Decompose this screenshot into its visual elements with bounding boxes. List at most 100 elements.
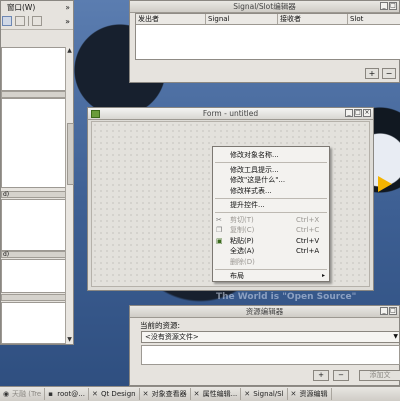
- current-resource-label: 当前的资源:: [140, 321, 181, 330]
- scrollbar-thumb[interactable]: [67, 123, 74, 185]
- menubar-overflow-button[interactable]: »: [65, 3, 70, 12]
- remove-connection-button[interactable]: −: [382, 68, 396, 79]
- menu-item-label: 布局: [230, 272, 244, 280]
- taskbar-task-label: 天融 (Tre: [12, 390, 42, 398]
- chevron-down-icon: ▼: [393, 333, 398, 340]
- menu-separator: [215, 268, 327, 270]
- window-menu[interactable]: 窗口(W): [7, 2, 35, 13]
- taskbar-task-label: Qt Design: [100, 390, 136, 398]
- signal-slot-titlebar[interactable]: Signal/Slot编辑器 _ □: [130, 1, 399, 13]
- form-titlebar[interactable]: Form - untitled _ □ ×: [88, 108, 373, 120]
- menu-item-change-object-name[interactable]: 修改对象名称...: [213, 150, 329, 161]
- widget-box-menubar: 窗口(W) »: [1, 1, 73, 13]
- menu-item-label: 剪切(T): [230, 215, 254, 224]
- toolbar-separator: [28, 16, 29, 26]
- remove-resource-button[interactable]: −: [333, 370, 349, 381]
- menu-item-paste[interactable]: ▣ 粘贴(P) Ctrl+V: [213, 236, 329, 247]
- scissors-icon: ✂: [216, 215, 222, 224]
- menu-item-change-stylesheet[interactable]: 修改样式表...: [213, 186, 329, 197]
- widget-panel-5: [1, 302, 67, 344]
- connections-table[interactable]: 发出者 Signal 接收者 Slot: [135, 13, 400, 60]
- panel-section-header: d): [1, 191, 67, 198]
- wallpaper-slogan: The World is "Open Source": [216, 292, 357, 302]
- resource-editor-window: 资源编辑器 _ □ 当前的资源: <没有资源文件> ▼ + − 添加文: [129, 305, 400, 386]
- connections-table-header: 发出者 Signal 接收者 Slot: [136, 14, 400, 25]
- widget-mode-icon[interactable]: [2, 16, 12, 26]
- widget-box-window: 窗口(W) » » d) d) ▲ ▼: [0, 0, 74, 345]
- add-file-button[interactable]: 添加文: [359, 370, 400, 381]
- menu-item-change-tooltip[interactable]: 修改工具提示...: [213, 165, 329, 176]
- maximize-icon[interactable]: □: [389, 307, 397, 315]
- menu-item-promote-widget[interactable]: 提升控件...: [213, 200, 329, 211]
- column-header-sender[interactable]: 发出者: [136, 14, 206, 24]
- menu-separator: [215, 212, 327, 213]
- menu-separator: [215, 162, 327, 163]
- maximize-icon[interactable]: □: [354, 109, 362, 117]
- terminal-icon: ▪: [48, 389, 53, 398]
- menu-item-copy[interactable]: ❐ 复制(C) Ctrl+C: [213, 225, 329, 236]
- menu-item-label: 修改样式表...: [230, 186, 272, 195]
- menu-item-cut[interactable]: ✂ 剪切(T) Ctrl+X: [213, 215, 329, 226]
- signal-slot-editor-window: Signal/Slot编辑器 _ □ 发出者 Signal 接收者 Slot +…: [129, 0, 400, 83]
- taskbar-task[interactable]: ✕ Qt Design: [89, 388, 140, 400]
- add-connection-button[interactable]: +: [365, 68, 379, 79]
- widget-panel-3: [1, 199, 67, 251]
- taskbar-task-label: root@...: [57, 390, 85, 398]
- widget-panel-1: [1, 47, 67, 91]
- column-header-signal[interactable]: Signal: [206, 14, 278, 24]
- taskbar-task-label: 资源编辑: [299, 390, 328, 398]
- taskbar-task[interactable]: ▪ root@...: [45, 388, 89, 400]
- resource-file-select[interactable]: <没有资源文件> ▼: [141, 331, 400, 343]
- menu-item-label: 修改工具提示...: [230, 165, 279, 174]
- submenu-arrow-icon: ▸: [321, 272, 325, 279]
- menu-item-layout[interactable]: 布局 ▸: [213, 271, 329, 282]
- resource-list[interactable]: [141, 345, 400, 365]
- close-icon: ✕: [193, 389, 200, 398]
- scroll-up-icon[interactable]: ▲: [66, 47, 73, 55]
- widget-box-toolbar: »: [1, 13, 73, 30]
- menu-item-shortcut: Ctrl+V: [296, 236, 320, 245]
- taskbar-task-label: 属性编辑...: [202, 390, 238, 398]
- menu-item-label: 粘贴(P): [230, 236, 254, 245]
- grid-icon[interactable]: [15, 16, 25, 26]
- resource-editor-titlebar[interactable]: 资源编辑器 _ □: [130, 306, 399, 318]
- panel-section-header: [1, 294, 67, 301]
- columns-icon[interactable]: [32, 16, 42, 26]
- close-icon: ✕: [142, 389, 149, 398]
- menu-item-label: 修改对象名称...: [230, 151, 279, 159]
- menu-separator: [215, 197, 327, 199]
- taskbar-task[interactable]: ✕ 属性编辑...: [191, 388, 242, 400]
- minimize-icon[interactable]: _: [345, 109, 353, 117]
- resource-editor-title: 资源编辑器: [245, 307, 284, 316]
- taskbar-task[interactable]: ◉ 天融 (Tre: [0, 388, 46, 400]
- menu-item-shortcut: Ctrl+A: [296, 247, 320, 255]
- copy-icon: ❐: [216, 226, 223, 234]
- maximize-icon[interactable]: □: [389, 2, 397, 10]
- widget-panel-2: [1, 98, 67, 188]
- toolbar-overflow-button[interactable]: »: [65, 17, 70, 26]
- minimize-icon[interactable]: _: [380, 2, 388, 10]
- menu-item-change-whats-this[interactable]: 修改"这是什么"...: [213, 175, 329, 186]
- widget-box-scrollbar[interactable]: ▲ ▼: [65, 47, 74, 344]
- menu-item-label: 删除(D): [230, 257, 255, 266]
- column-header-receiver[interactable]: 接收者: [278, 14, 348, 24]
- network-icon: ◉: [3, 389, 10, 398]
- close-icon: ✕: [91, 389, 98, 398]
- menu-item-delete[interactable]: 删除(D): [213, 257, 329, 268]
- taskbar-task[interactable]: ✕ Signal/Sl: [241, 388, 288, 400]
- column-header-slot[interactable]: Slot: [348, 14, 400, 24]
- menu-item-label: 全选(A): [230, 247, 255, 255]
- panel-section-header: [1, 91, 67, 98]
- form-title: Form - untitled: [202, 109, 259, 118]
- scroll-down-icon[interactable]: ▼: [66, 336, 73, 344]
- minimize-icon[interactable]: _: [380, 307, 388, 315]
- add-resource-button[interactable]: +: [313, 370, 329, 381]
- taskbar: ◉ 天融 (Tre ▪ root@... ✕ Qt Design ✕ 对象查看器…: [0, 386, 400, 401]
- paste-icon: ▣: [216, 236, 223, 245]
- menu-item-select-all[interactable]: 全选(A) Ctrl+A: [213, 246, 329, 257]
- taskbar-task[interactable]: ✕ 资源编辑: [288, 388, 332, 400]
- resource-file-select-value: <没有资源文件>: [145, 333, 199, 341]
- taskbar-task[interactable]: ✕ 对象查看器: [140, 388, 191, 400]
- signal-slot-title: Signal/Slot编辑器: [233, 2, 296, 11]
- close-icon[interactable]: ×: [363, 109, 371, 117]
